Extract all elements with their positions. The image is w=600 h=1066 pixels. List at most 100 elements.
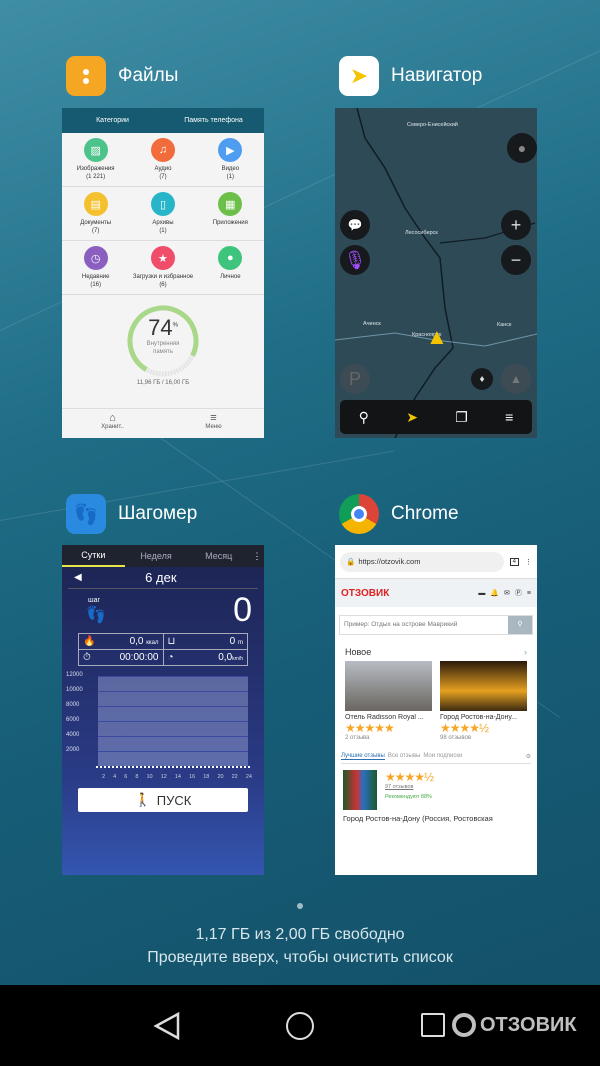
mail-icon[interactable]: ✉	[504, 589, 510, 597]
app-header-files[interactable]: Файлы	[66, 56, 178, 96]
app-header-navigator[interactable]: ➤ Навигатор	[339, 56, 482, 96]
x-tick-label: 22	[231, 774, 238, 780]
search-button[interactable]: ⚲	[508, 616, 532, 634]
tab-best-reviews[interactable]: Лучшие отзывы	[341, 753, 385, 760]
chrome-card[interactable]: 🔒 https://otzovik.com 4 ⋮ ОТЗОВИК ▬ 🔔 ✉ Ⓟ ≡ П…	[335, 545, 537, 875]
previous-day-button[interactable]: ◀	[74, 572, 82, 583]
x-tick-label: 18	[203, 774, 210, 780]
compass-icon[interactable]: ♦	[471, 368, 493, 390]
category-document[interactable]: ▤ Документы (7)	[62, 187, 130, 241]
files-card[interactable]: Категории Память телефона ▨ Изображения (1…	[62, 108, 264, 438]
tab-subscriptions[interactable]: Мои подписки	[423, 753, 462, 760]
category-archive[interactable]: ▯ Архивы (1)	[129, 187, 197, 241]
tab-count[interactable]: 4	[509, 557, 519, 566]
category-count: (6)	[159, 281, 167, 288]
pedometer-card[interactable]: Сутки Неделя Месяц ⋮ ◀ 6 дек шаг 👣 0 🔥 0,…	[62, 545, 264, 875]
tab-phone-memory[interactable]: Память телефона	[163, 117, 264, 124]
lock-icon: 🔒	[346, 557, 356, 566]
storage-cleaner-button[interactable]: ⌂ Хранит..	[62, 409, 163, 438]
follow-location-button[interactable]: ▲	[501, 364, 531, 394]
search-icon[interactable]: ⚲	[359, 409, 369, 426]
navigation-arrow-icon[interactable]: ➤	[406, 409, 418, 426]
start-button[interactable]: 🚶 ПУСК	[78, 788, 248, 812]
y-tick-label: 2000	[66, 747, 80, 753]
x-tick-label: 4	[113, 774, 117, 780]
review-item[interactable]: Отель Radisson Royal ... ★★★★★ 2 отзыва	[345, 661, 432, 741]
tab-week[interactable]: Неделя	[125, 551, 188, 561]
storage-usage: 11,96 ГБ / 16,00 ГБ	[136, 380, 190, 386]
files-tabs: Категории Память телефона	[62, 108, 264, 133]
settings-icon[interactable]: ⚙	[526, 753, 531, 760]
address-bar[interactable]: 🔒 https://otzovik.com	[340, 551, 504, 572]
gridline	[98, 676, 248, 677]
fire-icon: 🔥	[83, 636, 96, 647]
category-image[interactable]: ▨ Изображения (1 221)	[62, 133, 130, 187]
category-apps[interactable]: ▦ Приложения	[196, 187, 264, 241]
tab-day[interactable]: Сутки	[62, 545, 125, 567]
navigator-card[interactable]: Северо-Енисейский Лесосибирск Ачинск Кра…	[335, 108, 537, 438]
category-lock[interactable]: ● Личное	[196, 241, 264, 295]
y-tick-label: 12000	[66, 672, 83, 678]
calories-value: 0,0	[129, 636, 144, 647]
app-header-chrome[interactable]: Chrome	[339, 494, 459, 534]
parking-button[interactable]: P	[340, 364, 370, 394]
zoom-out-button[interactable]: −	[501, 245, 531, 275]
chat-icon[interactable]: ▬	[478, 590, 485, 597]
gridline	[98, 721, 248, 722]
storage-label: Внутренняя память	[146, 341, 180, 355]
app-title: Навигатор	[391, 65, 483, 86]
zoom-in-button[interactable]: +	[501, 210, 531, 240]
otzovik-logo[interactable]: ОТЗОВИК	[341, 588, 473, 599]
home-icon[interactable]	[286, 1012, 314, 1040]
featured-title: Город Ростов-на-Дону (Россия, Ростовская	[343, 814, 493, 823]
navigation-bar: ОТЗОВИК	[0, 985, 600, 1066]
tab-categories[interactable]: Категории	[62, 117, 163, 124]
category-music[interactable]: ♫ Аудио (7)	[129, 133, 197, 187]
category-label: Приложения	[212, 220, 248, 226]
x-tick-label: 6	[124, 774, 128, 780]
broom-icon: ⌂	[109, 412, 116, 424]
category-label: Недавние	[81, 274, 110, 280]
map-label: Лесосибирск	[405, 230, 438, 236]
speed-value: 0,0	[218, 652, 233, 663]
step-count: 0	[233, 591, 252, 629]
navigator-arrow-icon: ➤	[339, 56, 379, 96]
category-star[interactable]: ★ Загрузки и избранное (6)	[129, 241, 197, 295]
x-tick-label: 20	[217, 774, 224, 780]
category-label: Аудио	[154, 166, 172, 172]
back-icon[interactable]	[152, 1011, 182, 1041]
category-count: (16)	[90, 281, 101, 288]
x-tick-label: 8	[135, 774, 139, 780]
microphone-icon[interactable]: 🎙	[340, 245, 370, 275]
tab-month[interactable]: Месяц	[187, 551, 250, 561]
archive-icon: ▯	[150, 192, 175, 216]
watermark-logo: ОТЗОВИК	[452, 1013, 577, 1037]
bookmarks-icon[interactable]: ❐	[455, 409, 468, 426]
app-header-pedometer[interactable]: 👣 Шагомер	[66, 494, 197, 534]
chrome-icon	[339, 494, 379, 534]
x-tick-label: 10	[146, 774, 153, 780]
search-input[interactable]: Пример: Отдых на острове Маврикий	[340, 616, 508, 634]
layers-button[interactable]: ●	[507, 133, 537, 163]
menu-button[interactable]: ≡ Меню	[163, 409, 264, 438]
category-count: (1)	[226, 173, 234, 180]
map-label: Канск	[497, 322, 512, 328]
category-label: Документы	[80, 220, 112, 226]
overflow-menu-icon[interactable]: ⋮	[525, 558, 532, 566]
distance-value: 0	[229, 636, 236, 647]
review-item[interactable]: Город Ростов-на-Дону... ★★★★½ 98 отзывов	[440, 661, 527, 741]
overflow-menu-icon[interactable]: ⋮	[250, 551, 264, 562]
files-folder-icon	[66, 56, 106, 96]
menu-icon[interactable]: ≡	[527, 590, 531, 597]
recents-icon[interactable]	[421, 1013, 445, 1037]
category-play[interactable]: ▶ Видео (1)	[196, 133, 264, 187]
next-arrow-icon[interactable]: ›	[524, 647, 527, 657]
profile-icon[interactable]: Ⓟ	[515, 588, 522, 598]
chat-bubble-icon[interactable]: 💬	[340, 210, 370, 240]
tab-all-reviews[interactable]: Все отзывы	[388, 753, 421, 760]
bell-icon[interactable]: 🔔	[490, 589, 499, 597]
category-clock[interactable]: ◷ Недавние (16)	[62, 241, 130, 295]
x-tick-label: 24	[245, 774, 252, 780]
menu-icon[interactable]: ≡	[505, 409, 513, 425]
app-title: Файлы	[118, 65, 179, 86]
